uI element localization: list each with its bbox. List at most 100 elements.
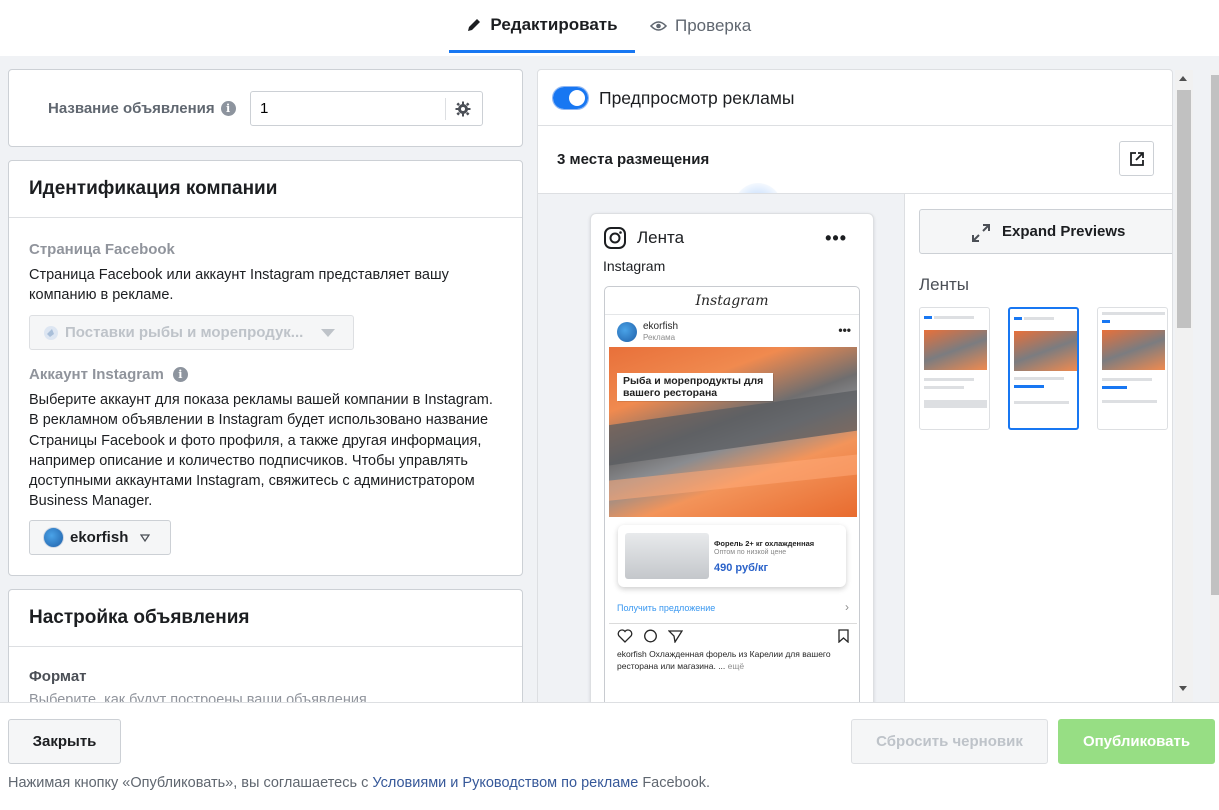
fish-icon: [44, 325, 58, 340]
preview-scrollbar-thumb[interactable]: [1177, 90, 1191, 328]
terms-prefix: Нажимая кнопку «Опубликовать», вы соглаш…: [8, 775, 373, 791]
post-more-icon: •••: [838, 323, 851, 337]
comment-icon: [644, 629, 657, 643]
ad-setup-title: Настройка объявления: [29, 607, 250, 628]
divider: [9, 217, 522, 218]
tab-review[interactable]: Проверка: [650, 0, 751, 52]
fb-page-title: Страница Facebook: [29, 241, 175, 258]
ig-account-select[interactable]: ekorfish: [29, 520, 171, 555]
ad-image-banner: Рыба и морепродукты для вашего ресторана: [617, 373, 773, 401]
post-sponsored-label: Реклама: [643, 333, 676, 342]
instagram-icon: [604, 227, 626, 249]
preview-sidebar: Expand Previews Ленты: [904, 194, 1172, 708]
ig-account-title: Аккаунт Instagram i: [29, 366, 188, 383]
ad-image: Рыба и морепродукты для вашего ресторана: [609, 347, 857, 517]
chevron-down-icon: [321, 328, 336, 337]
placement-thumbnail-explore[interactable]: [1097, 307, 1168, 430]
scroll-up-arrow-icon[interactable]: [1179, 76, 1187, 81]
publish-button[interactable]: Опубликовать: [1058, 719, 1215, 764]
chevron-right-icon: ›: [845, 600, 849, 614]
post-account: ekorfish Реклама: [643, 321, 678, 343]
post-account-name: ekorfish: [643, 321, 679, 332]
scroll-down-arrow-icon[interactable]: [1179, 686, 1187, 691]
avatar: [617, 322, 637, 342]
bookmark-icon: [838, 629, 849, 643]
ad-name-field: [250, 91, 483, 126]
ad-name-card: Название объявления i: [8, 69, 523, 147]
preview-body: Лента ••• Instagram Instagram ekorfish Р…: [538, 193, 1172, 708]
open-external-button[interactable]: [1119, 141, 1154, 176]
ig-account-value: ekorfish: [70, 529, 129, 546]
tab-edit-label: Редактировать: [490, 15, 618, 34]
toggle-knob: [569, 90, 585, 106]
share-icon: [668, 630, 683, 643]
chevron-down-icon: [140, 533, 151, 542]
preview-canvas: Лента ••• Instagram Instagram ekorfish Р…: [538, 194, 904, 708]
fb-page-value: Поставки рыбы и морепродук...: [65, 324, 304, 341]
ad-name-label: Название объявления i: [48, 100, 236, 117]
ad-name-label-text: Название объявления: [48, 100, 215, 117]
placements-count[interactable]: 3 места размещения: [557, 151, 709, 168]
expand-previews-label: Expand Previews: [1002, 223, 1126, 240]
eye-icon: [650, 21, 667, 31]
top-tab-bar: Редактировать Проверка: [0, 0, 1219, 56]
caption-text: Охлажденная форель из Карелии для вашего…: [617, 649, 831, 671]
close-button[interactable]: Закрыть: [8, 719, 121, 764]
divider: [9, 646, 522, 647]
terms-text: Нажимая кнопку «Опубликовать», вы соглаш…: [8, 775, 710, 791]
placement-preview-card: Лента ••• Instagram Instagram ekorfish Р…: [590, 213, 874, 708]
placements-row: 3 места размещения: [538, 127, 1172, 231]
expand-previews-button[interactable]: Expand Previews: [919, 209, 1172, 254]
placement-platform: Instagram: [603, 258, 666, 274]
fish-box-image: [625, 533, 709, 579]
caption-more: ещё: [725, 660, 745, 671]
format-label: Формат: [29, 668, 87, 685]
ad-name-input[interactable]: [251, 92, 447, 125]
input-divider: [445, 98, 446, 120]
preview-title: Предпросмотр рекламы: [599, 88, 795, 108]
cta-link: Получить предложение: [617, 603, 716, 613]
placement-thumbnail-instagram[interactable]: [1008, 307, 1079, 430]
ig-account-desc: Выберите аккаунт для показа рекламы ваше…: [29, 392, 493, 510]
external-link-icon: [1129, 151, 1144, 166]
preview-header: Предпросмотр рекламы: [538, 70, 1172, 126]
terms-link[interactable]: Условиями и Руководством по рекламе: [372, 775, 638, 791]
footer-bar: Закрыть Сбросить черновик Опубликовать Н…: [0, 702, 1219, 810]
reset-draft-button[interactable]: Сбросить черновик: [851, 719, 1048, 764]
post-caption: ekorfish Охлажденная форель из Карелии д…: [617, 649, 853, 672]
offer-card: Форель 2+ кг охлажденная Оптом по низкой…: [618, 525, 846, 587]
identity-title: Идентификация компании: [29, 178, 278, 199]
ad-preview-panel: Предпросмотр рекламы 3 места размещения …: [537, 69, 1173, 709]
instagram-mockup: Instagram ekorfish Реклама ••• Рыба и мо…: [604, 286, 860, 708]
divider: [609, 623, 857, 624]
fb-page-select[interactable]: Поставки рыбы и морепродук...: [29, 315, 354, 350]
avatar: [43, 527, 64, 548]
preview-toggle[interactable]: [552, 86, 589, 110]
info-icon[interactable]: i: [220, 101, 236, 116]
placement-thumbnail-facebook[interactable]: [919, 307, 990, 430]
offer-subtitle: Оптом по низкой цене: [714, 549, 787, 556]
tab-edit[interactable]: Редактировать: [449, 0, 635, 53]
gear-icon[interactable]: [455, 101, 471, 117]
post-header: ekorfish Реклама: [617, 321, 678, 343]
instagram-logo: Instagram: [605, 287, 859, 315]
info-icon[interactable]: i: [172, 367, 188, 382]
terms-suffix: Facebook.: [638, 775, 711, 791]
offer-title: Форель 2+ кг охлажденная: [714, 539, 815, 548]
page-scrollbar-thumb[interactable]: [1211, 75, 1219, 595]
post-actions: [617, 629, 683, 643]
fb-page-title-text: Страница Facebook: [29, 241, 175, 258]
placement-title: Лента: [637, 228, 685, 247]
ig-account-title-text: Аккаунт Instagram: [29, 366, 164, 383]
pencil-icon: [468, 19, 481, 31]
identity-card: Идентификация компании Страница Facebook…: [8, 160, 523, 576]
placement-header: Лента: [603, 226, 684, 250]
heart-icon: [617, 629, 633, 643]
fb-page-desc: Страница Facebook или аккаунт Instagram …: [29, 267, 449, 304]
caption-account: ekorfish: [617, 649, 647, 659]
tab-review-label: Проверка: [675, 16, 752, 35]
expand-icon: [972, 224, 990, 242]
feeds-label: Ленты: [919, 275, 970, 294]
offer-price: 490 руб/кг: [714, 562, 769, 574]
more-options-icon[interactable]: •••: [825, 228, 847, 249]
